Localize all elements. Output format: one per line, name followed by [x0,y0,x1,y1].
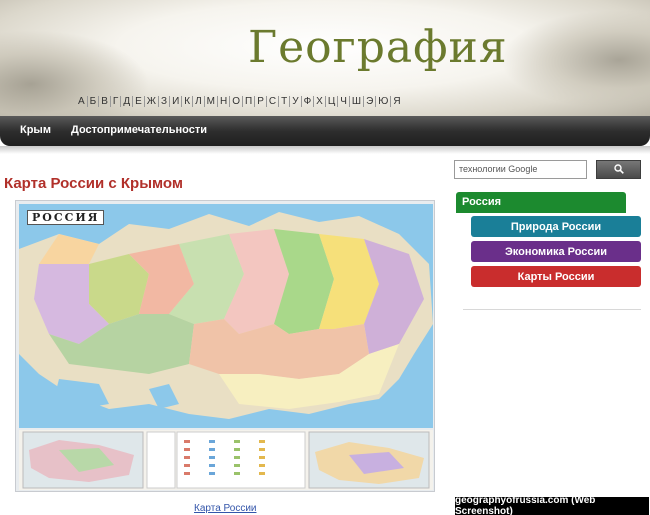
map-illustration [19,204,433,428]
alphabet-letter[interactable]: И [170,96,183,107]
sidebar-item-nature[interactable]: Природа России [471,216,641,237]
alphabet-letter[interactable]: Ч [338,96,350,107]
alphabet-letter[interactable]: Н [218,96,231,107]
alphabet-letter[interactable]: Я [391,96,402,107]
alphabet-letter[interactable]: Р [255,96,267,107]
alphabet-letter[interactable]: Ф [302,96,315,107]
alphabet-letter[interactable]: С [267,96,280,107]
alphabet-letter[interactable]: Е [133,96,145,107]
alphabet-letter[interactable]: Ж [145,96,160,107]
site-header: География А Б В Г Д Е Ж З И К Л М Н О П … [0,0,650,116]
alphabet-letter[interactable]: З [159,96,171,107]
alphabet-letter[interactable]: О [230,96,243,107]
alphabet-letter[interactable]: Д [121,96,134,107]
alphabet-letter[interactable]: Ш [350,96,365,107]
alphabet-letter[interactable]: Х [314,96,326,107]
sidebar-item-economy[interactable]: Экономика России [471,241,641,262]
map-main-area: РОССИЯ [19,204,433,428]
sidebar-item-russia[interactable]: Россия [456,192,626,213]
alphabet-letter[interactable]: Б [88,96,100,107]
map-caption-link[interactable]: Карта России [194,503,257,514]
russia-map-image[interactable]: РОССИЯ [15,200,435,492]
map-legend-strip [19,430,433,490]
main-nav: Крым Достопримечательности [0,116,650,146]
alphabet-letter[interactable]: Г [111,96,122,107]
alphabet-letter[interactable]: М [205,96,218,107]
map-legend-illustration [22,431,430,489]
alphabet-letter[interactable]: П [243,96,256,107]
nav-item-crimea[interactable]: Крым [20,124,51,136]
alphabet-letter[interactable]: Л [193,96,205,107]
page-title: Карта России с Крымом [4,175,183,192]
nav-shadow [0,146,650,154]
alphabet-letter[interactable]: Ю [376,96,392,107]
sidebar-divider [463,309,641,310]
search-button[interactable] [596,160,641,179]
alphabet-letter[interactable]: К [182,96,194,107]
search-input[interactable]: технологии Google [454,160,587,179]
header-decoration-right [500,10,650,110]
alphabet-letter[interactable]: Т [279,96,291,107]
alphabet-letter[interactable]: Ц [326,96,339,107]
alphabet-letter[interactable]: У [290,96,302,107]
alphabet-letter[interactable]: А [76,96,88,107]
alphabet-letter[interactable]: Э [364,96,377,107]
sidebar-item-maps[interactable]: Карты России [471,266,641,287]
map-badge: РОССИЯ [27,210,105,225]
site-title[interactable]: География [248,22,508,73]
source-watermark: geographyofrussia.com (Web Screenshot) [455,495,649,515]
nav-item-attractions[interactable]: Достопримечательности [71,124,207,136]
search-icon [613,161,624,179]
alphabet-index: А Б В Г Д Е Ж З И К Л М Н О П Р С Т У Ф … [76,96,403,107]
alphabet-letter[interactable]: В [99,96,111,107]
